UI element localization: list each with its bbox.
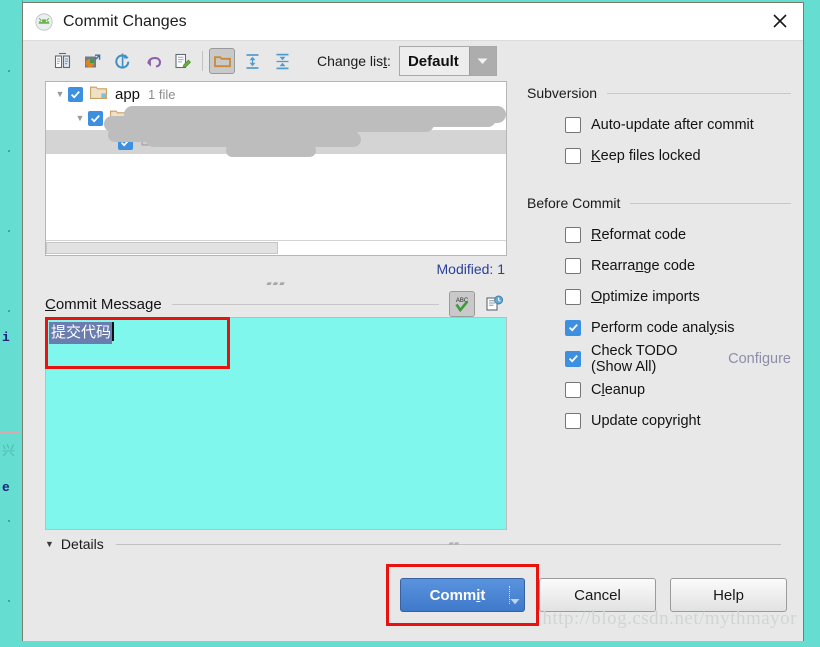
expand-all-icon[interactable] <box>239 48 265 74</box>
commit-message-actions: ABC <box>449 291 507 317</box>
details-label: Details <box>60 536 104 552</box>
help-button[interactable]: Help <box>670 578 787 612</box>
android-studio-icon <box>35 12 53 31</box>
checkbox-box[interactable] <box>565 257 581 274</box>
change-list-label: Change list: <box>317 53 391 69</box>
group-title: Before Commit <box>527 195 621 211</box>
divider <box>171 303 439 305</box>
collapse-all-icon[interactable] <box>269 48 295 74</box>
splitter-grip[interactable]: ▰▰▰ <box>45 277 507 291</box>
edit-source-icon[interactable] <box>169 48 195 74</box>
chevron-down-icon <box>468 47 496 75</box>
desktop-strip <box>0 641 820 647</box>
commit-message-value: 提交代码 <box>49 322 113 344</box>
details-section-header[interactable]: ▼ Details ▰▰ <box>23 530 803 558</box>
chevron-down-icon[interactable] <box>510 592 520 609</box>
checkbox-label: Keep files locked <box>591 147 701 164</box>
divider: ▰▰ <box>115 539 781 549</box>
checkbox-auto-update-after-commit[interactable]: Auto-update after commit <box>527 109 791 140</box>
row-checkbox[interactable] <box>68 86 83 102</box>
group-by-directory-icon[interactable] <box>209 48 235 74</box>
chevron-down-icon[interactable]: ▼ <box>52 89 68 99</box>
chevron-down-icon[interactable]: ▼ <box>72 113 88 123</box>
table-row[interactable]: ▼ app 1 file <box>46 82 506 106</box>
modified-count: Modified: 1 <box>436 261 505 277</box>
divider <box>607 92 791 94</box>
dialog-title: Commit Changes <box>63 12 187 30</box>
scrollbar-thumb[interactable] <box>46 242 278 254</box>
dialog-body: ▼ app 1 file ▼ Modified: 1 ▰▰▰ Commit Me… <box>23 81 803 530</box>
checkbox-reformat-code[interactable]: Reformat code <box>527 219 791 250</box>
commit-message-history-icon[interactable] <box>481 291 507 317</box>
checkbox-perform-code-analysis[interactable]: Perform code analysis <box>527 312 791 343</box>
commit-button[interactable]: Comm i t <box>400 578 525 612</box>
checkbox-box[interactable] <box>565 319 581 336</box>
options-column: Subversion Auto-update after commit Keep… <box>507 81 791 530</box>
revert-selected-icon[interactable] <box>79 48 105 74</box>
text-caret <box>112 322 115 341</box>
checkbox-box[interactable] <box>565 412 581 429</box>
change-list-dropdown[interactable]: Default <box>398 46 497 76</box>
commit-changes-dialog: Commit Changes Change list: Default ▼ ap… <box>22 2 804 643</box>
checkbox-box[interactable] <box>565 288 581 305</box>
spellcheck-icon[interactable]: ABC <box>449 291 475 317</box>
checkbox-keep-files-locked[interactable]: Keep files locked <box>527 140 791 171</box>
group-title: Subversion <box>527 85 598 101</box>
changed-files-tree[interactable]: ▼ app 1 file ▼ <box>45 81 507 256</box>
checkbox-box[interactable] <box>565 350 581 367</box>
checkbox-label: Update copyright <box>591 412 701 429</box>
configure-link[interactable]: Configure <box>728 351 791 367</box>
tree-node-label: app <box>115 85 141 103</box>
close-icon[interactable] <box>757 3 803 39</box>
redaction-mark <box>226 144 316 157</box>
divider <box>630 202 791 204</box>
redaction-mark <box>331 106 461 120</box>
chevron-down-icon[interactable]: ▼ <box>45 539 54 549</box>
checkbox-box[interactable] <box>565 226 581 243</box>
commit-message-label: Commit Message <box>45 295 162 313</box>
checkbox-label: Optimize imports <box>591 288 700 305</box>
tree-node-sub: 1 file <box>148 86 176 102</box>
checkbox-cleanup[interactable]: Cleanup <box>527 374 791 405</box>
commit-message-header: Commit Message ABC <box>45 291 507 317</box>
group-before-commit: Before Commit <box>527 195 791 211</box>
checkbox-label: Check TODO (Show All) <box>591 342 678 375</box>
checkbox-check-todo[interactable]: Check TODO (Show All) Configure <box>527 342 791 375</box>
refresh-icon[interactable] <box>109 48 135 74</box>
checkbox-optimize-imports[interactable]: Optimize imports <box>527 281 791 312</box>
row-checkbox[interactable] <box>88 110 103 126</box>
change-list-value: Default <box>407 52 459 70</box>
footer-buttons: Comm i t Cancel Help <box>386 564 787 626</box>
checkbox-box[interactable] <box>565 147 581 164</box>
checkbox-rearrange-code[interactable]: Rearrange code <box>527 250 791 281</box>
group-subversion: Subversion <box>527 85 791 101</box>
checkbox-update-copyright[interactable]: Update copyright <box>527 405 791 436</box>
horizontal-scrollbar[interactable] <box>46 240 506 255</box>
checkbox-label: Rearrange code <box>591 257 696 274</box>
checkbox-box[interactable] <box>565 381 581 398</box>
cancel-button[interactable]: Cancel <box>539 578 656 612</box>
dialog-footer: Comm i t Cancel Help http://blog.csdn.net/… <box>23 558 803 642</box>
left-column: ▼ app 1 file ▼ Modified: 1 ▰▰▰ Commit Me… <box>45 81 507 530</box>
rollback-icon[interactable] <box>139 48 165 74</box>
dialog-titlebar: Commit Changes <box>23 3 803 41</box>
checkbox-label: Cleanup <box>591 381 646 398</box>
toolbar-separator <box>202 51 203 71</box>
checkbox-box[interactable] <box>565 116 581 133</box>
show-diff-icon[interactable] <box>49 48 75 74</box>
splitter-grip[interactable]: ▰▰ <box>448 539 459 549</box>
changes-toolbar: Change list: Default <box>23 41 803 81</box>
checkbox-label: Perform code analysis <box>591 319 735 336</box>
checkbox-label: Auto-update after commit <box>591 116 754 133</box>
editor-gutter <box>0 0 23 647</box>
commit-message-input[interactable]: 提交代码 <box>45 317 507 530</box>
folder-icon <box>90 85 107 103</box>
checkbox-label: Reformat code <box>591 226 687 243</box>
watermark-text: http://blog.csdn.net/mythmayor <box>542 608 797 629</box>
